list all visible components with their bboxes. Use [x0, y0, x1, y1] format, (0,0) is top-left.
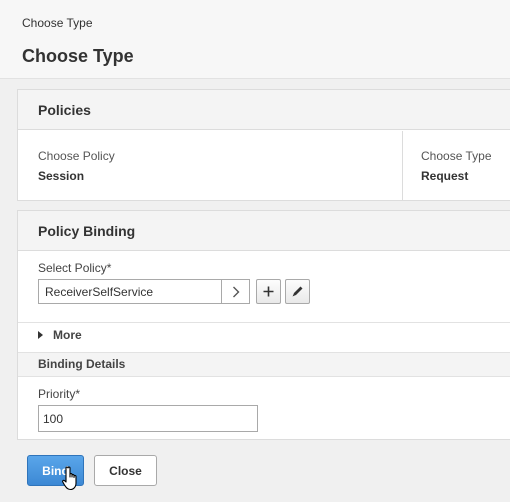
policies-panel-title: Policies	[18, 90, 510, 130]
priority-label: Priority*	[38, 387, 81, 401]
page-title: Choose Type	[22, 46, 134, 66]
choose-policy-summary: Choose Policy Session	[18, 131, 403, 201]
choose-policy-value: Session	[38, 169, 85, 183]
header-band: Choose Type Choose Type	[0, 0, 510, 79]
hand-cursor-icon	[62, 466, 82, 497]
priority-input[interactable]	[38, 405, 258, 432]
choose-type-summary: Choose Type Request	[403, 131, 510, 201]
policies-panel: Policies Choose Policy Session Choose Ty…	[17, 89, 510, 201]
plus-icon	[263, 286, 274, 297]
select-policy-value: ReceiverSelfService	[45, 285, 154, 299]
select-policy-field[interactable]: ReceiverSelfService	[38, 279, 250, 304]
more-toggle[interactable]: More	[38, 328, 82, 342]
choose-policy-label: Choose Policy	[38, 149, 115, 163]
choose-type-label: Choose Type	[421, 149, 492, 163]
chevron-right-icon[interactable]	[221, 280, 249, 303]
more-label: More	[53, 328, 82, 342]
divider	[18, 322, 510, 323]
edit-policy-button[interactable]	[285, 279, 310, 304]
triangle-right-icon	[38, 331, 43, 339]
breadcrumb: Choose Type	[22, 16, 93, 30]
policy-binding-panel: Policy Binding Select Policy* ReceiverSe…	[17, 210, 510, 440]
choose-type-value: Request	[421, 169, 469, 183]
select-policy-label: Select Policy*	[38, 261, 112, 275]
pencil-icon	[291, 285, 304, 298]
add-policy-button[interactable]	[256, 279, 281, 304]
binding-details-header: Binding Details	[18, 352, 510, 377]
policy-binding-title: Policy Binding	[18, 211, 510, 251]
close-button[interactable]: Close	[94, 455, 157, 486]
